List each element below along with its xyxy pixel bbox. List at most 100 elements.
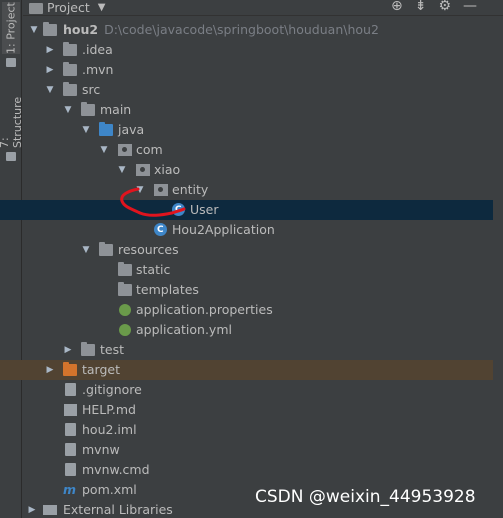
resources-folder-icon	[99, 242, 113, 256]
tree-item-label: .idea	[82, 42, 113, 57]
tree-item-static[interactable]: static	[23, 260, 493, 280]
tree-item-com[interactable]: ▼ com	[23, 140, 493, 160]
expand-arrow-icon[interactable]: ▼	[117, 160, 127, 180]
gear-icon[interactable]: ⚙	[438, 0, 451, 14]
tree-item-help-md[interactable]: HELP.md	[23, 400, 493, 420]
folder-icon	[63, 42, 77, 56]
package-icon	[136, 164, 150, 176]
collapse-arrow-icon[interactable]: ▶	[63, 340, 73, 360]
structure-tab-icon	[6, 152, 16, 161]
tree-item-gitignore[interactable]: .gitignore	[23, 380, 493, 400]
expand-arrow-icon[interactable]: ▼	[63, 100, 73, 120]
maven-icon: m	[63, 482, 77, 497]
tree-item-label: mvnw.cmd	[82, 462, 150, 477]
tree-item-label: mvnw	[82, 442, 120, 457]
tree-item-label: test	[100, 342, 125, 357]
project-panel-header: Project ▼ ⊕ ⇟ ⚙ —	[23, 0, 503, 16]
hide-icon[interactable]: —	[463, 0, 477, 14]
tree-item-label: .mvn	[82, 62, 114, 77]
script-file-icon	[65, 443, 76, 456]
collapse-arrow-icon[interactable]: ▶	[45, 60, 55, 80]
tree-item-hou2[interactable]: ▼ hou2 D:\code\javacode\springboot\houdua…	[23, 20, 493, 40]
tree-item-application-yml[interactable]: application.yml	[23, 320, 493, 340]
tree-item-label: .gitignore	[82, 382, 142, 397]
spring-config-icon	[119, 304, 131, 316]
tree-item-mvnw[interactable]: mvnw	[23, 440, 493, 460]
tree-item-templates[interactable]: templates	[23, 280, 493, 300]
expand-arrow-icon[interactable]: ▼	[29, 20, 39, 40]
tree-item-application-properties[interactable]: application.properties	[23, 300, 493, 320]
project-tree: ▼ hou2 D:\code\javacode\springboot\houdua…	[0, 20, 493, 518]
tree-item-java[interactable]: ▼ java	[23, 120, 493, 140]
source-folder-icon	[99, 122, 113, 136]
tree-item-label: External Libraries	[63, 502, 173, 517]
tree-item-label: HELP.md	[82, 402, 136, 417]
tree-item-mvnw-cmd[interactable]: mvnw.cmd	[23, 460, 493, 480]
tree-item-target[interactable]: ▶ target	[0, 360, 493, 380]
file-icon	[65, 383, 76, 396]
tree-item-label: target	[82, 362, 121, 377]
project-tab-icon	[6, 58, 16, 67]
tree-item-label: application.properties	[136, 302, 273, 317]
tree-item-label: com	[136, 142, 163, 157]
tree-item-hou2application[interactable]: Hou2Application	[23, 220, 493, 240]
spring-boot-class-icon	[154, 220, 167, 240]
tree-item-label: java	[118, 122, 145, 137]
watermark: CSDN @weixin_44953928	[255, 487, 476, 507]
panel-title: Project	[47, 0, 90, 15]
tree-item-user[interactable]: User	[0, 200, 493, 220]
cmd-file-icon	[65, 463, 76, 476]
tree-item-src[interactable]: ▼ src	[23, 80, 493, 100]
chevron-down-icon: ▼	[97, 2, 106, 13]
tree-item-hou2-iml[interactable]: hou2.iml	[23, 420, 493, 440]
locate-icon[interactable]: ⊕	[391, 0, 403, 14]
folder-icon	[81, 102, 95, 116]
expand-arrow-icon[interactable]: ▼	[99, 140, 109, 160]
tree-item-label: application.yml	[136, 322, 232, 337]
spring-config-icon	[119, 324, 131, 336]
tree-item-label: xiao	[154, 162, 181, 177]
collapse-all-icon[interactable]: ⇟	[415, 0, 427, 14]
collapse-arrow-icon[interactable]: ▶	[27, 500, 37, 518]
tree-item-xiao[interactable]: ▼ xiao	[23, 160, 493, 180]
tree-item-label: resources	[118, 242, 179, 257]
tree-item-label: templates	[136, 282, 199, 297]
collapse-arrow-icon[interactable]: ▶	[45, 40, 55, 60]
expand-arrow-icon[interactable]: ▼	[81, 240, 91, 260]
root-project-name: hou2	[63, 22, 99, 37]
tree-item-test[interactable]: ▶ test	[23, 340, 493, 360]
tree-item-main[interactable]: ▼ main	[23, 100, 493, 120]
tree-item-mvn[interactable]: ▶ .mvn	[23, 60, 493, 80]
collapse-arrow-icon[interactable]: ▶	[45, 360, 55, 380]
module-file-icon	[65, 423, 76, 436]
folder-icon	[118, 282, 132, 296]
folder-icon	[43, 22, 57, 36]
markdown-file-icon	[64, 404, 77, 416]
tree-item-label: src	[82, 82, 101, 97]
root-project-path: D:\code\javacode\springboot\houduan\hou2	[104, 22, 379, 37]
project-view-selector[interactable]: Project ▼	[29, 0, 105, 15]
tool-window-strip: 1: Project 7: Structure	[0, 0, 24, 518]
folder-icon	[118, 262, 132, 276]
excluded-folder-icon	[63, 362, 77, 376]
tree-item-resources[interactable]: ▼ resources	[23, 240, 493, 260]
project-icon	[29, 3, 43, 14]
red-annotation-scribble	[120, 187, 186, 217]
expand-arrow-icon[interactable]: ▼	[45, 80, 55, 100]
folder-icon	[63, 62, 77, 76]
tree-item-label: static	[136, 262, 171, 277]
tree-item-label: hou2.iml	[82, 422, 137, 437]
tree-item-label: User	[190, 202, 219, 217]
tree-item-label: Hou2Application	[172, 222, 275, 237]
folder-icon	[81, 342, 95, 356]
expand-arrow-icon[interactable]: ▼	[81, 120, 91, 140]
libraries-icon	[43, 505, 57, 515]
structure-tool-tab[interactable]: 7: Structure	[0, 84, 24, 148]
tree-item-entity[interactable]: ▼ entity	[23, 180, 493, 200]
tree-item-idea[interactable]: ▶ .idea	[23, 40, 493, 60]
project-tool-tab[interactable]: 1: Project	[2, 2, 20, 54]
folder-icon	[63, 82, 77, 96]
tree-item-label: pom.xml	[82, 482, 137, 497]
package-icon	[118, 144, 132, 156]
panel-toolbar: ⊕ ⇟ ⚙ —	[391, 0, 477, 14]
